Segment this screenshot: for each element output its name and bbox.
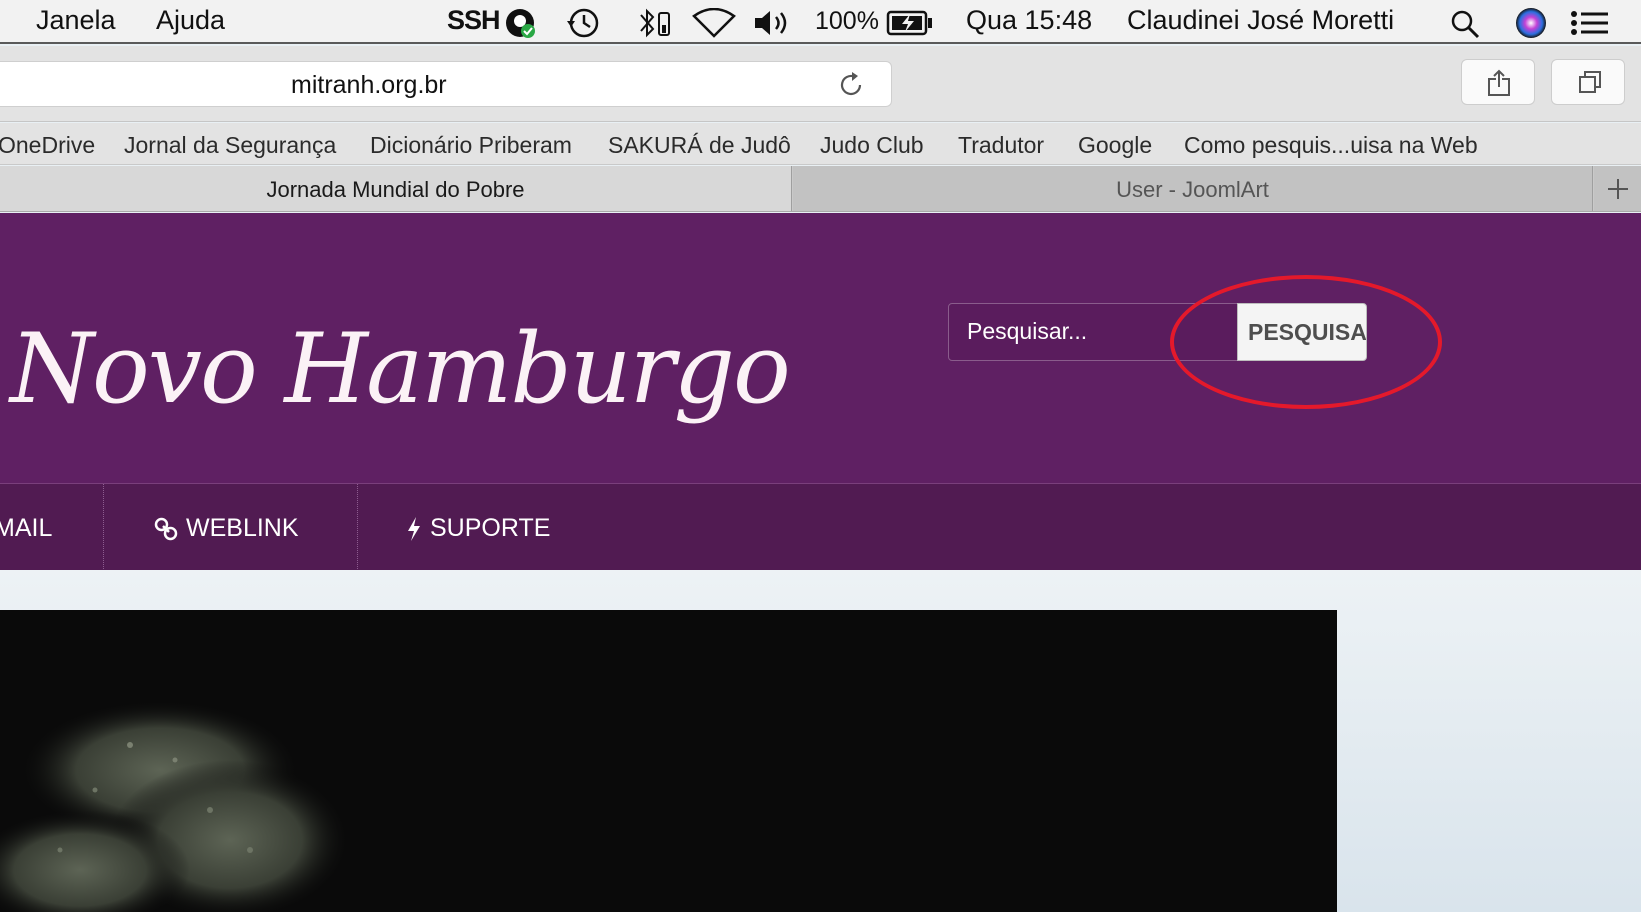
bookmark-judo-club[interactable]: Judo Club — [820, 132, 924, 159]
menu-janela[interactable]: Janela — [36, 5, 116, 36]
tab-jornada[interactable]: Jornada Mundial do Pobre — [0, 166, 792, 211]
screen: Janela Ajuda SSH 100% Qua 15:48 Claudine… — [0, 0, 1641, 912]
tab-joomlart[interactable]: User - JoomlArt — [793, 166, 1593, 211]
tabs-overview-icon — [1579, 71, 1601, 93]
bookmark-google[interactable]: Google — [1078, 132, 1152, 159]
reload-icon[interactable] — [837, 71, 865, 99]
share-icon — [1488, 69, 1510, 96]
battery-percent[interactable]: 100% — [815, 7, 879, 36]
stamp-icon[interactable] — [504, 7, 536, 39]
share-button[interactable] — [1461, 59, 1535, 105]
nav-item-suporte[interactable]: SUPORTE — [406, 514, 550, 543]
site-logo[interactable]: Novo Hamburgo — [10, 313, 791, 425]
time-machine-icon[interactable] — [565, 7, 601, 39]
main-nav: MAIL WEBLINK SUPORTE — [0, 483, 1641, 571]
new-tab-button[interactable] — [1594, 166, 1641, 211]
nav-divider — [103, 484, 104, 571]
volume-icon[interactable] — [752, 8, 792, 38]
tree-silhouette — [0, 700, 350, 912]
bookmark-onedrive[interactable]: OneDrive — [0, 132, 95, 159]
clock[interactable]: Qua 15:48 — [966, 5, 1092, 36]
notification-center-icon[interactable] — [1570, 10, 1610, 36]
plus-icon — [1608, 179, 1628, 199]
nav-item-weblink[interactable]: WEBLINK — [154, 514, 299, 543]
user-name[interactable]: Claudinei José Moretti — [1127, 5, 1394, 36]
bookmark-dicionario[interactable]: Dicionário Priberam — [370, 132, 572, 159]
bookmark-jornal-seguranca[interactable]: Jornal da Segurança — [124, 132, 336, 159]
hero-image[interactable] — [0, 610, 1337, 912]
menu-ajuda[interactable]: Ajuda — [156, 5, 225, 36]
bookmark-tradutor[interactable]: Tradutor — [958, 132, 1044, 159]
spotlight-icon[interactable] — [1449, 8, 1481, 40]
nav-weblink-label: WEBLINK — [186, 514, 299, 542]
siri-icon[interactable] — [1514, 6, 1548, 40]
tab-jornada-label: Jornada Mundial do Pobre — [266, 177, 525, 202]
site-header: Novo Hamburgo Pesquisar... PESQUISA — [0, 213, 1641, 483]
tab-bar: Jornada Mundial do Pobre User - JoomlArt — [0, 166, 1641, 212]
address-text[interactable]: mitranh.org.br — [291, 71, 447, 100]
nav-divider — [357, 484, 358, 571]
bookmarks-bar: OneDrive Jornal da Segurança Dicionário … — [0, 123, 1641, 165]
browser-toolbar: mitranh.org.br — [0, 46, 1641, 122]
search-button[interactable]: PESQUISA — [1237, 303, 1367, 361]
page-content — [0, 570, 1641, 912]
tab-joomlart-label: User - JoomlArt — [1116, 177, 1269, 202]
address-bar[interactable]: mitranh.org.br — [0, 61, 892, 107]
link-icon — [154, 517, 178, 540]
battery-icon[interactable] — [886, 10, 934, 36]
bookmark-como-pesquisar[interactable]: Como pesquis...uisa na Web — [1184, 132, 1478, 159]
nav-suporte-label: SUPORTE — [430, 514, 551, 542]
nav-mail-label: MAIL — [0, 514, 53, 542]
bluetooth-icon[interactable] — [635, 7, 673, 39]
nav-item-mail[interactable]: MAIL — [0, 514, 52, 543]
bolt-icon — [408, 516, 420, 541]
tabs-overview-button[interactable] — [1551, 59, 1625, 105]
menu-bar: Janela Ajuda SSH 100% Qua 15:48 Claudine… — [0, 0, 1641, 44]
ssh-status[interactable]: SSH — [447, 5, 501, 36]
search-input[interactable]: Pesquisar... — [948, 303, 1238, 361]
wifi-icon[interactable] — [692, 8, 736, 38]
bookmark-sakura[interactable]: SAKURÁ de Judô — [608, 132, 791, 159]
